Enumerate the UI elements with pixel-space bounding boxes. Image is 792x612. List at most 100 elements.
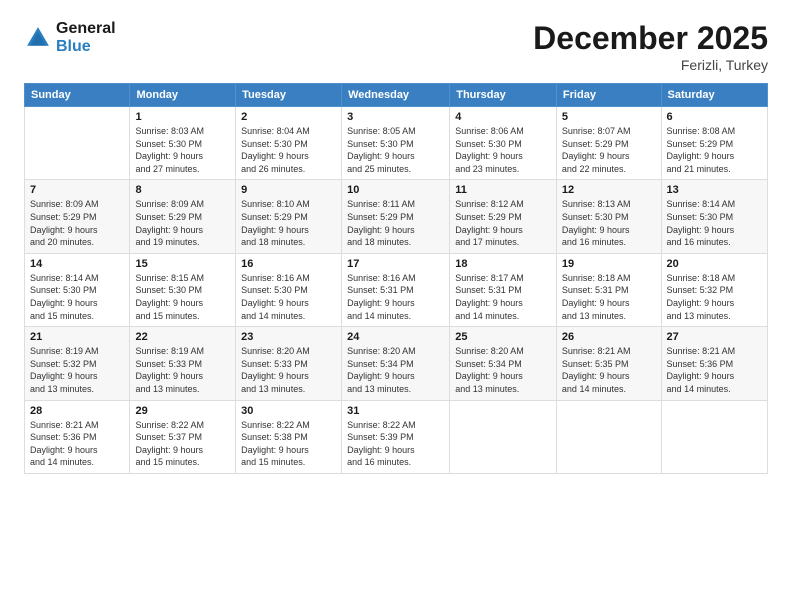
day-info: Sunrise: 8:22 AM Sunset: 5:37 PM Dayligh…	[135, 419, 230, 469]
day-cell: 6 Sunrise: 8:08 AM Sunset: 5:29 PM Daylig…	[661, 107, 767, 180]
day-info: Sunrise: 8:21 AM Sunset: 5:36 PM Dayligh…	[667, 345, 762, 395]
day-info: Sunrise: 8:18 AM Sunset: 5:31 PM Dayligh…	[562, 272, 656, 322]
day-info: Sunrise: 8:20 AM Sunset: 5:34 PM Dayligh…	[347, 345, 444, 395]
day-cell: 4Sunrise: 8:06 AM Sunset: 5:30 PM Daylig…	[450, 107, 557, 180]
day-info: Sunrise: 8:09 AM Sunset: 5:29 PM Dayligh…	[135, 198, 230, 248]
col-header-tuesday: Tuesday	[236, 84, 342, 107]
day-info: Sunrise: 8:08 AM Sunset: 5:29 PM Dayligh…	[667, 125, 762, 175]
day-number: 18	[455, 258, 551, 270]
col-header-thursday: Thursday	[450, 84, 557, 107]
day-cell: 1Sunrise: 8:03 AM Sunset: 5:30 PM Daylig…	[130, 107, 236, 180]
day-cell	[661, 400, 767, 473]
day-info: Sunrise: 8:05 AM Sunset: 5:30 PM Dayligh…	[347, 125, 444, 175]
day-info: Sunrise: 8:09 AM Sunset: 5:29 PM Dayligh…	[30, 198, 124, 248]
day-info: Sunrise: 8:20 AM Sunset: 5:34 PM Dayligh…	[455, 345, 551, 395]
day-cell	[556, 400, 661, 473]
col-header-sunday: Sunday	[25, 84, 130, 107]
day-cell: 28Sunrise: 8:21 AM Sunset: 5:36 PM Dayli…	[25, 400, 130, 473]
day-number: 31	[347, 405, 444, 417]
day-cell	[25, 107, 130, 180]
header: General Blue December 2025 Ferizli, Turk…	[24, 20, 768, 73]
day-number: 21	[30, 331, 124, 343]
calendar-body: 1Sunrise: 8:03 AM Sunset: 5:30 PM Daylig…	[25, 107, 768, 474]
col-header-wednesday: Wednesday	[342, 84, 450, 107]
day-number: 20	[667, 258, 762, 270]
day-cell: 31 Sunrise: 8:22 AM Sunset: 5:39 PM Dayli…	[342, 400, 450, 473]
day-info: Sunrise: 8:19 AM Sunset: 5:32 PM Dayligh…	[30, 345, 124, 395]
day-number: 4	[455, 111, 551, 123]
day-number: 6	[667, 111, 762, 123]
day-info: Sunrise: 8:21 AM Sunset: 5:36 PM Dayligh…	[30, 419, 124, 469]
day-number: 23	[241, 331, 336, 343]
calendar-table: SundayMondayTuesdayWednesdayThursdayFrid…	[24, 83, 768, 474]
logo-line1: General	[56, 20, 116, 38]
day-cell: 15 Sunrise: 8:15 AM Sunset: 5:30 PM Dayli…	[130, 253, 236, 326]
day-cell: 18 Sunrise: 8:17 AM Sunset: 5:31 PM Dayli…	[450, 253, 557, 326]
day-number: 29	[135, 405, 230, 417]
page: General Blue December 2025 Ferizli, Turk…	[0, 0, 792, 612]
day-cell: 12Sunrise: 8:13 AM Sunset: 5:30 PM Dayli…	[556, 180, 661, 253]
day-cell: 21 Sunrise: 8:19 AM Sunset: 5:32 PM Dayli…	[25, 327, 130, 400]
day-cell: 13 Sunrise: 8:14 AM Sunset: 5:30 PM Dayli…	[661, 180, 767, 253]
month-title: December 2025	[533, 20, 768, 57]
day-cell: 2 Sunrise: 8:04 AM Sunset: 5:30 PM Daylig…	[236, 107, 342, 180]
day-number: 22	[135, 331, 230, 343]
day-cell: 30 Sunrise: 8:22 AM Sunset: 5:38 PM Dayli…	[236, 400, 342, 473]
day-number: 16	[241, 258, 336, 270]
day-info: Sunrise: 8:22 AM Sunset: 5:38 PM Dayligh…	[241, 419, 336, 469]
col-header-saturday: Saturday	[661, 84, 767, 107]
day-number: 12	[562, 184, 656, 196]
col-header-friday: Friday	[556, 84, 661, 107]
week-row-2: 7Sunrise: 8:09 AM Sunset: 5:29 PM Daylig…	[25, 180, 768, 253]
day-number: 1	[135, 111, 230, 123]
logo-icon	[24, 24, 52, 52]
logo-line2: Blue	[56, 38, 116, 56]
day-info: Sunrise: 8:20 AM Sunset: 5:33 PM Dayligh…	[241, 345, 336, 395]
day-info: Sunrise: 8:11 AM Sunset: 5:29 PM Dayligh…	[347, 198, 444, 248]
day-number: 15	[135, 258, 230, 270]
day-cell: 16 Sunrise: 8:16 AM Sunset: 5:30 PM Dayli…	[236, 253, 342, 326]
day-info: Sunrise: 8:21 AM Sunset: 5:35 PM Dayligh…	[562, 345, 656, 395]
day-cell: 11 Sunrise: 8:12 AM Sunset: 5:29 PM Dayli…	[450, 180, 557, 253]
week-row-3: 14Sunrise: 8:14 AM Sunset: 5:30 PM Dayli…	[25, 253, 768, 326]
day-cell: 9Sunrise: 8:10 AM Sunset: 5:29 PM Daylig…	[236, 180, 342, 253]
week-row-5: 28Sunrise: 8:21 AM Sunset: 5:36 PM Dayli…	[25, 400, 768, 473]
day-cell: 7Sunrise: 8:09 AM Sunset: 5:29 PM Daylig…	[25, 180, 130, 253]
day-number: 13	[667, 184, 762, 196]
day-cell: 5 Sunrise: 8:07 AM Sunset: 5:29 PM Daylig…	[556, 107, 661, 180]
day-cell: 26 Sunrise: 8:21 AM Sunset: 5:35 PM Dayli…	[556, 327, 661, 400]
day-info: Sunrise: 8:12 AM Sunset: 5:29 PM Dayligh…	[455, 198, 551, 248]
day-info: Sunrise: 8:16 AM Sunset: 5:31 PM Dayligh…	[347, 272, 444, 322]
week-row-4: 21 Sunrise: 8:19 AM Sunset: 5:32 PM Dayli…	[25, 327, 768, 400]
day-number: 17	[347, 258, 444, 270]
day-number: 2	[241, 111, 336, 123]
day-info: Sunrise: 8:10 AM Sunset: 5:29 PM Dayligh…	[241, 198, 336, 248]
day-cell: 14Sunrise: 8:14 AM Sunset: 5:30 PM Dayli…	[25, 253, 130, 326]
day-info: Sunrise: 8:14 AM Sunset: 5:30 PM Dayligh…	[30, 272, 124, 322]
day-cell: 24 Sunrise: 8:20 AM Sunset: 5:34 PM Dayli…	[342, 327, 450, 400]
col-header-monday: Monday	[130, 84, 236, 107]
day-info: Sunrise: 8:07 AM Sunset: 5:29 PM Dayligh…	[562, 125, 656, 175]
day-info: Sunrise: 8:22 AM Sunset: 5:39 PM Dayligh…	[347, 419, 444, 469]
day-number: 24	[347, 331, 444, 343]
day-number: 27	[667, 331, 762, 343]
day-number: 25	[455, 331, 551, 343]
day-cell: 10Sunrise: 8:11 AM Sunset: 5:29 PM Dayli…	[342, 180, 450, 253]
day-number: 5	[562, 111, 656, 123]
logo: General Blue	[24, 20, 116, 57]
day-number: 26	[562, 331, 656, 343]
day-cell: 29 Sunrise: 8:22 AM Sunset: 5:37 PM Dayli…	[130, 400, 236, 473]
day-number: 11	[455, 184, 551, 196]
day-info: Sunrise: 8:04 AM Sunset: 5:30 PM Dayligh…	[241, 125, 336, 175]
day-info: Sunrise: 8:14 AM Sunset: 5:30 PM Dayligh…	[667, 198, 762, 248]
day-number: 30	[241, 405, 336, 417]
calendar-header: SundayMondayTuesdayWednesdayThursdayFrid…	[25, 84, 768, 107]
day-cell: 22Sunrise: 8:19 AM Sunset: 5:33 PM Dayli…	[130, 327, 236, 400]
day-cell: 8Sunrise: 8:09 AM Sunset: 5:29 PM Daylig…	[130, 180, 236, 253]
day-info: Sunrise: 8:15 AM Sunset: 5:30 PM Dayligh…	[135, 272, 230, 322]
day-info: Sunrise: 8:16 AM Sunset: 5:30 PM Dayligh…	[241, 272, 336, 322]
day-info: Sunrise: 8:17 AM Sunset: 5:31 PM Dayligh…	[455, 272, 551, 322]
day-info: Sunrise: 8:18 AM Sunset: 5:32 PM Dayligh…	[667, 272, 762, 322]
day-cell: 23 Sunrise: 8:20 AM Sunset: 5:33 PM Dayli…	[236, 327, 342, 400]
title-block: December 2025 Ferizli, Turkey	[533, 20, 768, 73]
